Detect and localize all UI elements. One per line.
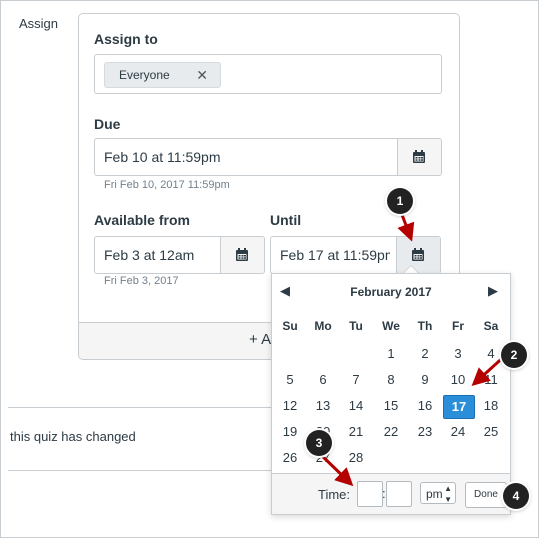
calendar-icon <box>412 248 424 261</box>
weekday-label: Th <box>417 319 433 333</box>
calendar-day[interactable]: 9 <box>410 369 440 391</box>
calendar-day[interactable]: 18 <box>476 395 506 417</box>
calendar-day[interactable]: 14 <box>341 395 371 417</box>
divider-bottom <box>8 470 271 471</box>
due-date-helper: Fri Feb 10, 2017 11:59pm <box>104 179 230 191</box>
calendar-day[interactable]: 1 <box>376 343 406 365</box>
callout-badge: 2 <box>501 342 527 368</box>
callout-badge: 4 <box>503 483 529 509</box>
due-date-field[interactable]: Feb 10 at 11:59pm <box>94 138 442 176</box>
calendar-icon <box>413 150 425 163</box>
assignee-token-label: Everyone <box>119 68 170 82</box>
calendar-day[interactable]: 3 <box>443 343 473 365</box>
calendar-day[interactable]: 7 <box>341 369 371 391</box>
calendar-day[interactable]: 8 <box>376 369 406 391</box>
calendar-day[interactable]: 13 <box>308 395 338 417</box>
weekday-label: Mo <box>314 319 332 333</box>
calendar-day[interactable]: 22 <box>376 421 406 443</box>
weekday-label: We <box>382 319 400 333</box>
calendar-day[interactable]: 26 <box>275 447 305 469</box>
calendar-day[interactable]: 6 <box>308 369 338 391</box>
minute-input[interactable] <box>386 481 412 507</box>
weekday-label: Tu <box>349 319 363 333</box>
calendar-day[interactable]: 2 <box>410 343 440 365</box>
assignee-token: Everyone ✕ <box>104 62 221 88</box>
calendar-day[interactable]: 21 <box>341 421 371 443</box>
callout-badge: 3 <box>306 430 332 456</box>
until-input[interactable]: Feb 17 at 11:59pm <box>280 247 390 263</box>
weekday-label: Su <box>282 319 298 333</box>
calendar-day[interactable]: 11 <box>476 369 506 391</box>
month-title: February 2017 <box>350 285 432 299</box>
due-label: Due <box>94 116 121 132</box>
weekday-label: Fr <box>452 319 464 333</box>
calendar-day[interactable]: 15 <box>376 395 406 417</box>
available-from-input[interactable]: Feb 3 at 12am <box>104 247 219 263</box>
datepicker-popup: ◀ February 2017 ▶ Su Mo Tu We Th Fr Sa 1234567… <box>271 273 511 515</box>
callout-badge: 1 <box>387 188 413 214</box>
calendar-day[interactable]: 5 <box>275 369 305 391</box>
assign-to-field[interactable]: Everyone ✕ <box>94 54 442 94</box>
close-icon[interactable]: ✕ <box>196 63 208 87</box>
calendar-icon <box>236 248 248 261</box>
quiz-changed-notice: this quiz has changed <box>10 429 136 444</box>
calendar-day[interactable]: 28 <box>341 447 371 469</box>
assign-to-label: Assign to <box>94 31 158 47</box>
ampm-value: pm <box>426 487 443 501</box>
done-button[interactable]: Done <box>465 482 507 508</box>
hour-input[interactable] <box>357 481 383 507</box>
due-calendar-button[interactable] <box>397 139 441 175</box>
calendar-day[interactable]: 16 <box>410 395 440 417</box>
triangle-right-icon[interactable]: ▶ <box>488 283 498 299</box>
due-date-input[interactable]: Feb 10 at 11:59pm <box>104 149 384 165</box>
until-label: Until <box>270 212 302 228</box>
available-from-label: Available from <box>94 212 190 228</box>
calendar-day[interactable]: 12 <box>275 395 305 417</box>
available-from-calendar-button[interactable] <box>220 237 264 273</box>
calendar-day[interactable]: 24 <box>443 421 473 443</box>
calendar-day[interactable]: 10 <box>443 369 473 391</box>
time-bar: Time: : pm ▲ ▼ Done <box>272 473 510 514</box>
section-label: Assign <box>19 16 59 31</box>
selected-day[interactable]: 17 <box>443 395 475 419</box>
time-label: Time: <box>318 487 351 502</box>
available-from-field[interactable]: Feb 3 at 12am <box>94 236 265 274</box>
calendar-day[interactable]: 25 <box>476 421 506 443</box>
picker-caret <box>403 265 419 273</box>
add-assignment-button[interactable]: + A <box>249 331 271 348</box>
select-arrows-icon: ▲ ▼ <box>444 484 452 504</box>
calendar-day[interactable]: 19 <box>275 421 305 443</box>
ampm-select[interactable]: pm ▲ ▼ <box>420 482 456 504</box>
weekday-label: Sa <box>483 319 499 333</box>
calendar-day[interactable]: 23 <box>410 421 440 443</box>
available-from-helper: Fri Feb 3, 2017 <box>104 275 179 287</box>
divider-top <box>8 407 271 408</box>
